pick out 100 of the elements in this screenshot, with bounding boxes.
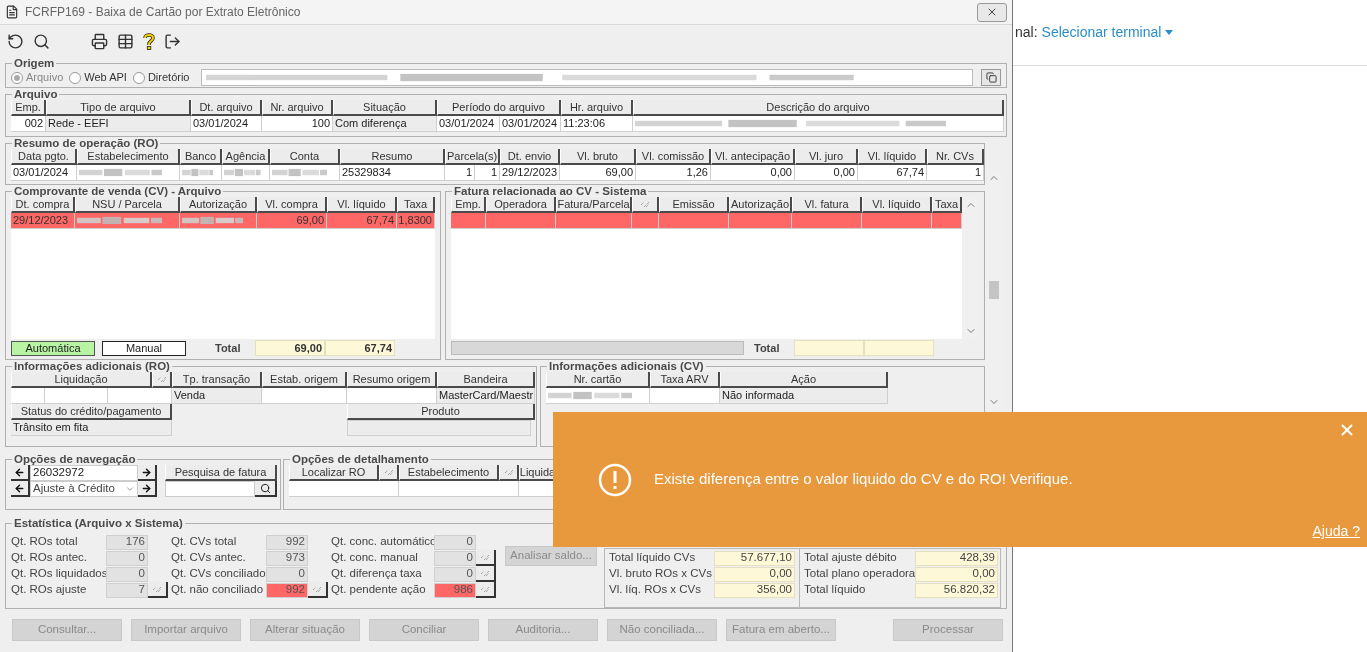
path-field[interactable] [201,69,974,86]
column-header: Vl. líquido [858,149,927,165]
column-header: Hr. arquivo [561,100,633,116]
number-field[interactable]: 26032972 [30,465,138,481]
column-header: Vl. líquido [327,197,397,213]
column-header: Banco [180,149,222,165]
total-label: Vl. líq. ROs x CVs [609,582,703,598]
total-label: Vl. bruto ROs x CVs [609,566,713,582]
column-header: Localizar RO [289,465,379,481]
total-label: Total plano operadora [804,566,915,582]
column-header: Emp. [451,197,486,213]
chevron-down-icon [125,484,135,494]
stat-value: 7 [106,582,148,598]
type-select[interactable]: Ajuste à Crédito [30,481,138,497]
table-cell [486,213,556,229]
close-button[interactable] [977,2,1007,22]
table-cell: Com diferença [333,116,437,132]
caret-icon [1164,29,1175,36]
stat-value: 0 [266,566,308,582]
terminal-dropdown[interactable]: Selecionar terminal [1041,22,1175,43]
total-label: Total ajuste débito [804,550,898,566]
hatch-icon [383,468,394,476]
filter-button[interactable] [476,550,496,566]
group-title: Origem [13,57,56,69]
hatch-icon [152,585,162,593]
search-icon[interactable] [33,32,50,50]
group-title: Informações adicionais (RO) [13,360,171,372]
next-button[interactable] [138,465,157,481]
search-button[interactable] [255,481,277,497]
stat-value: 973 [266,550,308,566]
table-cell: 1 [927,165,984,181]
total-label: Total [215,340,242,356]
column-header: Vl. compra [257,197,327,213]
document-icon [5,5,19,19]
scroll-thumb[interactable] [988,281,999,299]
exit-icon[interactable] [164,32,181,50]
mode-toggle[interactable]: Automática [11,340,95,356]
toast-message: Existe diferença entre o valor liquido do CV e do RO! Verifique. [654,469,1073,490]
stat-label: Qt. CVs conciliado [171,566,266,582]
filter-button[interactable] [148,582,168,598]
column-header: Emp. [11,100,46,116]
radio-option[interactable]: Diretório [132,69,190,86]
table-cell: Trânsito em fita [11,420,172,436]
left-arrow-icon [14,466,25,478]
table-cell: 03/01/2024 [437,116,500,132]
print-icon[interactable] [91,32,108,50]
column-header: Vl. bruto [560,149,636,165]
filter-button[interactable] [476,582,496,598]
stat-label: Qt. diferença taxa [331,566,423,582]
column-header: Nr. CVs [927,149,984,165]
table-cell: 100 [262,116,333,132]
column-header: Status do crédito/pagamento [11,404,172,420]
calendar-icon[interactable] [117,32,134,50]
stat-label: Qt. não conciliado [171,582,265,598]
undo-icon[interactable] [7,32,24,50]
table-cell: 002 [11,116,46,132]
radio-option[interactable]: Web API [69,69,127,86]
column-header: Taxa [932,197,962,213]
next-button[interactable] [138,481,157,497]
column-header: Situação [333,100,437,116]
column-header: NSU / Parcela [75,197,180,213]
close-icon [986,6,998,18]
column-header: Agência [222,149,270,165]
stat-value: 0 [434,566,476,582]
table-cell: 0,00 [711,165,795,181]
mode-toggle[interactable]: Manual [102,340,186,356]
total-label: Total [754,340,781,356]
table-cell: 03/01/2024 [11,165,77,181]
alert-icon [598,462,632,497]
table-cell: 67,74 [858,165,927,181]
table-cell [659,213,729,229]
previous-button[interactable] [11,481,30,497]
filter-button[interactable] [476,566,496,582]
terminal-label: nal: [1015,23,1038,42]
stat-label: Qt. CVs total [171,534,238,550]
help-link[interactable]: Ajuda ? [1312,521,1360,542]
right-arrow-icon [141,466,152,478]
column-header: Liquidação [11,372,152,388]
column-header: Taxa [397,197,435,213]
filter-button[interactable] [308,582,328,598]
radio-option[interactable]: Arquivo [11,69,64,86]
column-header: Tp. transação [172,372,262,388]
help-icon[interactable] [143,32,155,50]
column-header: Descrição do arquivo [633,100,1004,116]
table-cell: Rede - EEFI [46,116,191,132]
table-cell: 29/12/2023 [11,213,75,229]
table-cell [632,213,659,229]
browse-button[interactable] [981,69,1001,86]
column-header: Estabelecimento [77,149,180,165]
table-cell: 1,26 [636,165,711,181]
column-header: Emissão [659,197,729,213]
copy-icon [985,72,997,83]
table-cell: 1 [475,165,500,181]
table-cell: 03/01/2024 [191,116,262,132]
table-cell: 29/12/2023 [500,165,560,181]
invoice-search-field[interactable] [165,481,255,497]
column-header: Estab. origem [262,372,347,388]
search-icon [259,482,271,494]
table-cell [792,213,862,229]
table-cell: 11:23:06 [561,116,633,132]
